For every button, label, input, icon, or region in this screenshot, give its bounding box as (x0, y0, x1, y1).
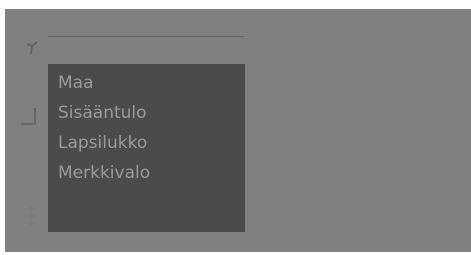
menu-item-lapsilukko[interactable]: Lapsilukko (58, 128, 245, 158)
screen: Maa Sisääntulo Lapsilukko Merkkivalo (0, 0, 471, 255)
antenna-icon[interactable] (24, 40, 40, 59)
menu-item-maa[interactable]: Maa (58, 68, 245, 98)
move-icon[interactable] (22, 206, 40, 230)
menu-item-merkkivalo[interactable]: Merkkivalo (58, 158, 245, 188)
options-menu: Maa Sisääntulo Lapsilukko Merkkivalo (48, 64, 245, 232)
move-icon-graphic (23, 206, 39, 226)
input-corner-icon[interactable] (20, 106, 38, 128)
input-corner-icon-graphic (21, 108, 36, 125)
antenna-icon-graphic (26, 41, 38, 55)
menu-item-sisaantulo[interactable]: Sisääntulo (58, 98, 245, 128)
menu-list: Maa Sisääntulo Lapsilukko Merkkivalo (48, 64, 245, 188)
header-divider (48, 36, 244, 37)
